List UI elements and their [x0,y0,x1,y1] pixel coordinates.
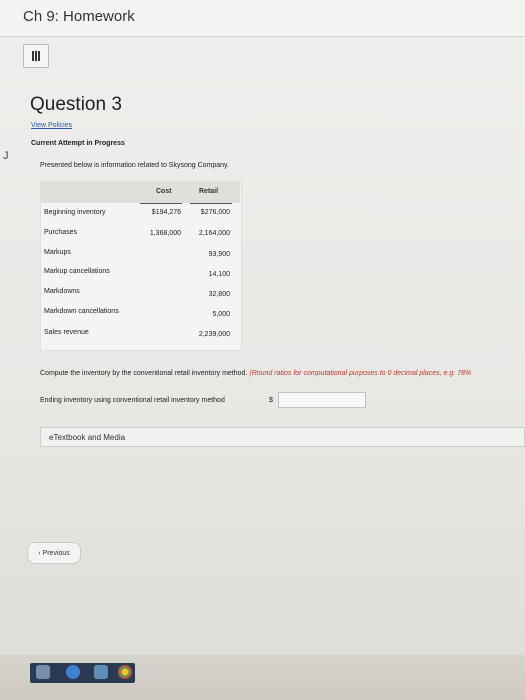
row-label-markup-cancellations: Markup cancellations [44,268,110,275]
column-underline-cost [140,203,182,204]
question-title: Question 3 [30,94,122,115]
view-policies-link[interactable]: View Policies [31,122,72,129]
screen: Ch 9: Homework J Question 3 View Policie… [0,0,525,700]
etextbook-media-button[interactable]: eTextbook and Media [40,427,525,447]
row-label-markups: Markups [44,249,71,256]
cell-retail-markdown-cancellations: 5,000 [212,311,230,318]
store-icon[interactable] [94,665,108,679]
row-label-beginning-inventory: Beginning inventory [44,209,106,216]
previous-button[interactable]: ‹ Previous [27,542,81,564]
cell-retail-sales-revenue: 2,239,000 [198,331,230,338]
chevron-left-icon: ‹ [38,549,41,557]
cell-retail-markup-cancellations: 14,100 [208,271,230,278]
edge-browser-icon[interactable] [66,665,80,679]
top-bar: Ch 9: Homework [0,0,525,37]
column-header-cost: Cost [156,188,172,195]
answer-label: Ending inventory using conventional reta… [40,397,225,404]
rounding-note: (Round ratios for computational purposes… [249,370,472,377]
row-label-purchases: Purchases [44,229,78,236]
menu-button[interactable] [23,44,49,68]
cell-retail-markups: 93,900 [208,251,230,258]
cell-retail-markdowns: 32,800 [208,291,230,298]
cell-retail-purchases: 2,164,000 [198,230,230,237]
cell-cost-purchases: 1,368,000 [149,230,181,237]
etextbook-media-label: eTextbook and Media [49,433,126,442]
side-mark: J [3,150,9,162]
question-intro: Presented below is information related t… [40,162,229,169]
course-title: Ch 9: Homework [23,8,135,25]
row-label-markdown-cancellations: Markdown cancellations [44,308,119,315]
column-underline-retail [190,203,232,204]
start-icon[interactable] [36,665,50,679]
question-prompt-text: Compute the inventory by the conventiona… [40,370,248,377]
currency-symbol: $ [269,397,273,404]
column-header-retail: Retail [199,188,219,195]
previous-label: Previous [42,549,70,557]
ending-inventory-input[interactable] [278,392,366,408]
row-label-sales-revenue: Sales revenue [44,329,89,336]
cell-retail-beginning-inventory: $276,000 [200,209,230,216]
menu-icon [32,51,40,61]
cell-cost-beginning-inventory: $194,276 [151,209,181,216]
attempt-status: Current Attempt in Progress [31,140,125,147]
row-label-markdowns: Markdowns [44,288,80,295]
data-table [40,181,242,351]
chrome-icon[interactable] [118,665,132,679]
question-prompt: Compute the inventory by the conventiona… [40,370,471,377]
